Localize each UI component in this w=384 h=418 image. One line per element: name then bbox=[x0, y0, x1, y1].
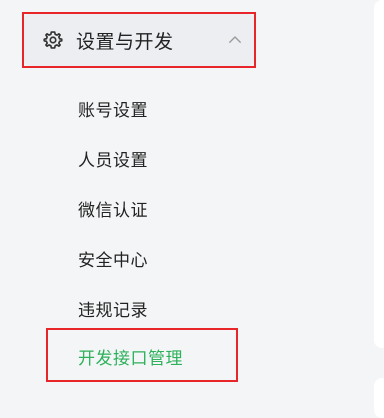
sidebar-item-violation-records[interactable]: 违规记录 bbox=[78, 296, 148, 321]
sidebar-item-security-center[interactable]: 安全中心 bbox=[78, 246, 148, 271]
content-card-edge bbox=[374, 0, 384, 348]
sidebar-item-wechat-verification[interactable]: 微信认证 bbox=[78, 196, 148, 221]
chevron-up-icon[interactable] bbox=[226, 31, 244, 49]
sidebar-panel: 设置与开发 账号设置 人员设置 微信认证 安全中心 违规记录 开发接口管理 bbox=[0, 0, 384, 418]
sidebar-item-member-settings[interactable]: 人员设置 bbox=[78, 146, 148, 171]
gear-icon bbox=[42, 29, 64, 51]
sidebar-item-dev-api-management[interactable]: 开发接口管理 bbox=[78, 344, 183, 369]
sidebar-item-account-settings[interactable]: 账号设置 bbox=[78, 96, 148, 121]
sidebar-group-label: 设置与开发 bbox=[76, 30, 174, 53]
content-card-edge-lower bbox=[374, 378, 384, 418]
sidebar-group-settings-and-development[interactable]: 设置与开发 bbox=[24, 14, 254, 66]
